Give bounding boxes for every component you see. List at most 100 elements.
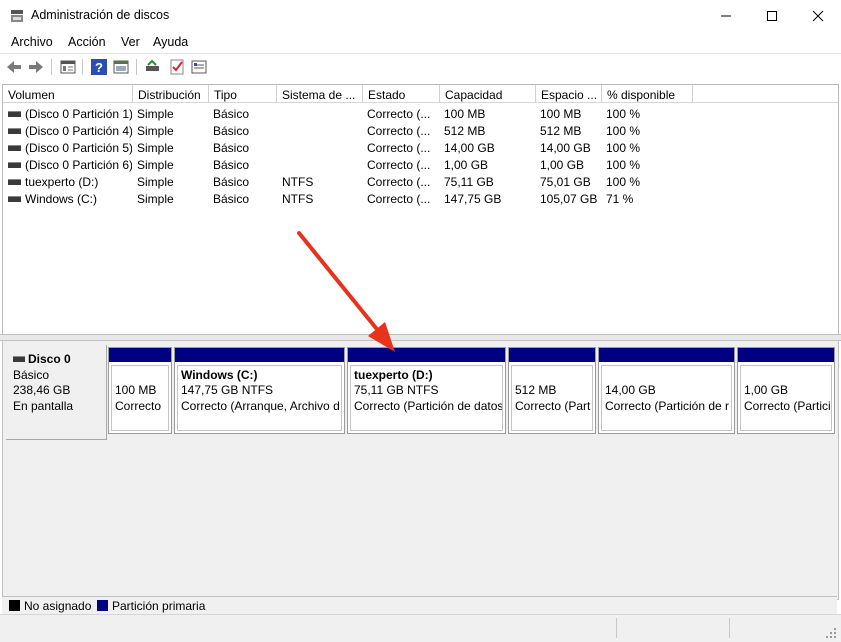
column-header-tipo[interactable]: Tipo [209,85,277,103]
table-cell: Simple [137,175,209,189]
cell-text: Básico [213,175,250,189]
volume-icon [8,195,21,202]
table-cell: 147,75 GB [444,192,536,206]
legend-label-primary: Partición primaria [112,599,206,613]
partition-status: Correcto (Partición de r [605,399,730,413]
table-row[interactable]: tuexperto (D:) Simple Básico NTFS Correcto (… [3,173,838,190]
partition-windows-c[interactable]: Windows (C:) 147,75 GB NTFS Correcto (Ar… [174,347,345,434]
cell-text: Correcto (... [367,107,431,121]
resize-grip-icon[interactable] [825,627,837,639]
properties-icon[interactable] [59,58,77,76]
column-header-empty [693,85,838,103]
legend: No asignado Partición primaria [2,596,837,615]
check-icon[interactable] [168,58,186,76]
cell-text: 100 % [606,175,641,189]
partition-status: Correcto (Arranque, Archivo d [181,399,340,413]
cell-text: Básico [213,192,250,206]
table-cell: Correcto (... [367,124,440,138]
cell-text: 1,00 GB [444,158,489,172]
partition-5[interactable]: 14,00 GB Correcto (Partición de r [598,347,735,434]
partition-bar [509,348,595,362]
help-icon[interactable]: ? [90,58,108,76]
disk-type: Básico [13,368,50,382]
cell-text: Simple [137,192,174,206]
cell-text: Simple [137,107,174,121]
disk-name: Disco 0 [28,352,71,366]
cell-text: 75,01 GB [540,175,591,189]
cell-text: 512 MB [540,124,582,138]
back-icon[interactable] [5,58,23,76]
table-cell: 100 MB [444,107,536,121]
partition-status: Correcto (Partici [744,399,831,413]
cell-text: 100 % [606,124,641,138]
table-cell: Windows (C:) [8,192,132,206]
maximize-button[interactable] [749,0,795,31]
cell-text: Básico [213,124,250,138]
partition-title: Windows (C:) [181,368,258,382]
menu-ver[interactable]: Ver [121,35,140,49]
column-header-volumen[interactable]: Volumen [3,85,133,103]
table-cell: Simple [137,124,209,138]
menu-ayuda[interactable]: Ayuda [153,35,188,49]
table-row[interactable]: (Disco 0 Partición 5) Simple Básico Correct… [3,139,838,156]
table-cell: 75,11 GB [444,175,536,189]
status-bar [0,614,841,642]
toolbar-separator [82,59,83,75]
partition-1[interactable]: 100 MB Correcto [108,347,172,434]
close-button[interactable] [795,0,841,31]
disk-icon [13,356,25,362]
partition-6[interactable]: 1,00 GB Correcto (Partici [737,347,835,434]
partition-title: tuexperto (D:) [354,368,433,382]
cell-text: (Disco 0 Partición 4) [25,124,132,138]
show-pane-icon[interactable] [112,58,130,76]
table-cell: Correcto (... [367,192,440,206]
column-header-espacio[interactable]: Espacio ... [536,85,602,103]
table-row[interactable]: (Disco 0 Partición 4) Simple Básico Correct… [3,122,838,139]
volume-icon [8,144,21,151]
menu-accion[interactable]: Acción [68,35,106,49]
table-cell: 512 MB [444,124,536,138]
table-cell: Correcto (... [367,141,440,155]
disk-0-label[interactable]: Disco 0 Básico 238,46 GB En pantalla [6,345,107,440]
connect-disk-icon[interactable] [144,58,162,76]
column-header-capacidad[interactable]: Capacidad [440,85,536,103]
cell-text: Básico [213,107,250,121]
partition-4[interactable]: 512 MB Correcto (Part [508,347,596,434]
table-row[interactable]: Windows (C:) Simple Básico NTFS Correcto (..… [3,190,838,207]
column-header-sistema-archivos[interactable]: Sistema de ... [277,85,363,103]
volume-icon [8,161,21,168]
table-cell: Correcto (... [367,107,440,121]
close-icon [812,10,824,22]
menu-archivo[interactable]: Archivo [11,35,53,49]
legend-swatch-unallocated [9,600,20,611]
partition-status: Correcto (Partición de datos [354,399,503,413]
settings-icon[interactable] [190,58,208,76]
table-cell: (Disco 0 Partición 4) [8,124,132,138]
partition-bar [109,348,171,362]
minimize-button[interactable] [703,0,749,31]
cell-text: 100 % [606,141,641,155]
status-separator [729,618,730,638]
cell-text: 100 MB [540,107,582,121]
partition-status: Correcto [115,399,162,413]
partition-size: 14,00 GB [605,383,656,397]
cell-text: Simple [137,175,174,189]
table-cell: Básico [213,141,277,155]
column-header-disponible[interactable]: % disponible [602,85,693,103]
table-cell: Simple [137,107,209,121]
cell-text: (Disco 0 Partición 6) [25,158,132,172]
column-header-estado[interactable]: Estado [363,85,440,103]
table-cell: 100 % [606,107,693,121]
cell-text: (Disco 0 Partición 1) [25,107,132,121]
table-row[interactable]: (Disco 0 Partición 1) Simple Básico Correct… [3,105,838,122]
cell-text: 14,00 GB [540,141,591,155]
table-cell: Básico [213,107,277,121]
volume-list[interactable]: Volumen Distribución Tipo Sistema de ...… [2,84,839,336]
partition-tuexperto-d[interactable]: tuexperto (D:) 75,11 GB NTFS Correcto (P… [347,347,506,434]
cell-text: 100 MB [444,107,486,121]
forward-icon[interactable] [27,58,45,76]
column-header-distribucion[interactable]: Distribución [133,85,209,103]
table-row[interactable]: (Disco 0 Partición 6) Simple Básico Correct… [3,156,838,173]
table-cell: 100 % [606,175,693,189]
toolbar: ? [0,53,841,80]
